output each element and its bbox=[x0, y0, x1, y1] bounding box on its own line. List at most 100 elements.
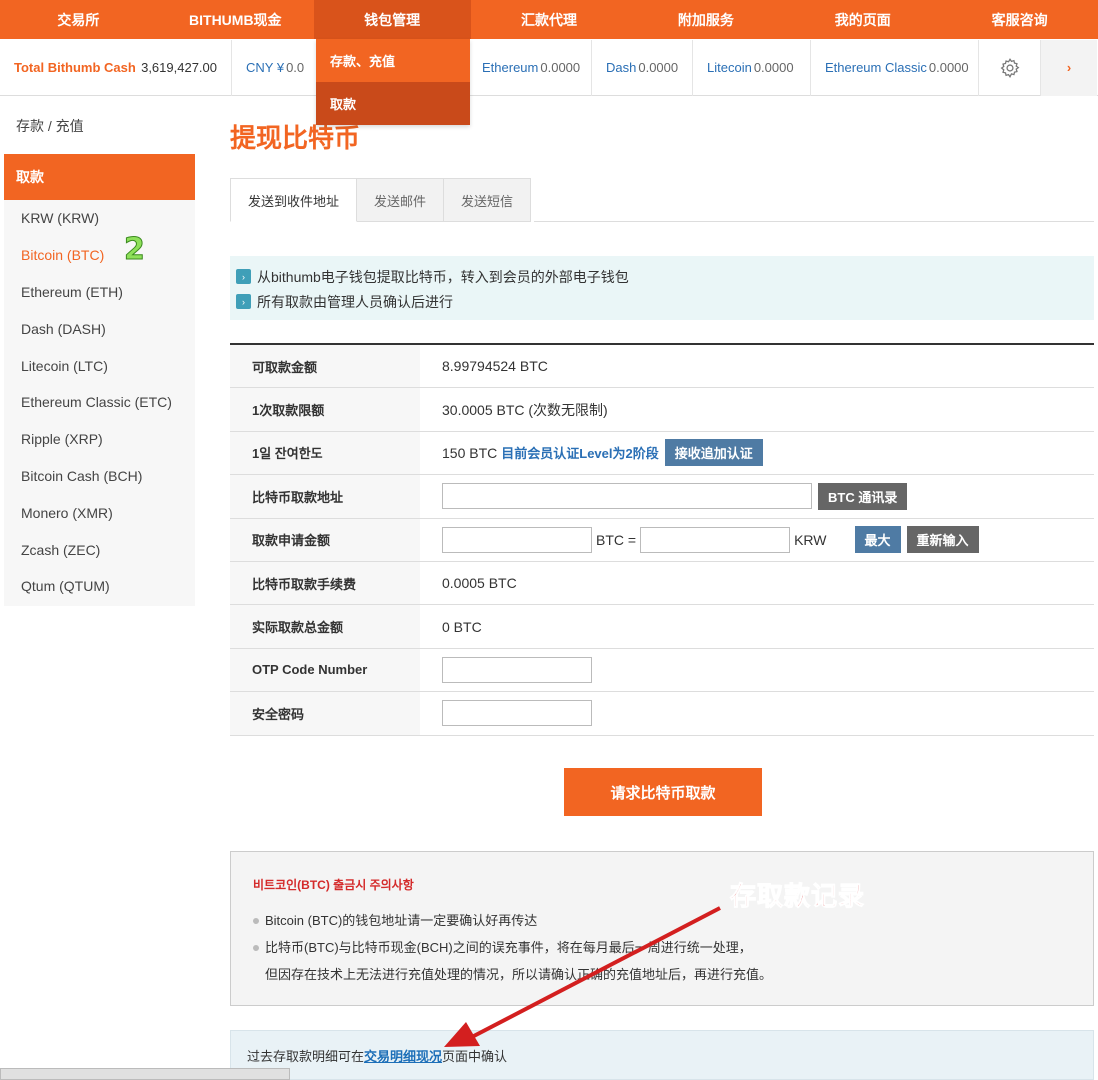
chevron-right-icon: › bbox=[1066, 60, 1072, 75]
otp-cell bbox=[420, 649, 1094, 691]
sidebar-item-eth[interactable]: Ethereum (ETH) bbox=[4, 274, 195, 311]
otp-input[interactable] bbox=[442, 656, 592, 683]
krw-amount-input[interactable] bbox=[640, 526, 791, 553]
step-marker-2: 2 bbox=[124, 232, 146, 268]
ticker-ltc-label: Litecoin bbox=[707, 60, 752, 75]
auth-level-link[interactable]: 目前会员认证Level为2阶段 bbox=[501, 443, 658, 462]
fee-label: 比特币取款手续费 bbox=[230, 561, 420, 605]
sidebar-item-krw[interactable]: KRW (KRW) bbox=[4, 200, 195, 237]
btc-address-book-button[interactable]: BTC 通讯录 bbox=[818, 482, 908, 510]
top-nav: 交易所 BITHUMB现金 钱包管理 汇款代理 附加服务 我的页面 客服咨询 bbox=[0, 0, 1098, 39]
dropdown-withdraw[interactable]: 取款 bbox=[316, 82, 470, 125]
password-label: 安全密码 bbox=[230, 692, 420, 735]
withdraw-form: 可取款金额 8.99794524 BTC 1次取款限额 30.0005 BTC … bbox=[230, 343, 1094, 736]
ticker-etc-value: 0.0000 bbox=[928, 60, 969, 75]
bullet-icon bbox=[253, 944, 259, 951]
nav-remittance[interactable]: 汇款代理 bbox=[471, 0, 628, 39]
ticker-dash-value: 0.0000 bbox=[638, 60, 679, 75]
nav-wallet[interactable]: 钱包管理 bbox=[313, 0, 471, 39]
tab-send-email[interactable]: 发送邮件 bbox=[357, 178, 445, 222]
sidebar-active-section[interactable]: 取款 bbox=[4, 154, 195, 200]
additional-auth-button[interactable]: 接收追加认证 bbox=[664, 439, 763, 467]
daily-label: 1일 잔여한도 bbox=[230, 431, 420, 475]
ticker-etc[interactable]: Ethereum Classic 0.0000 bbox=[811, 39, 979, 96]
form-row-limit: 1次取款限额 30.0005 BTC (次数无限制) bbox=[230, 388, 1094, 432]
form-row-fee: 比特币取款手续费 0.0005 BTC bbox=[230, 561, 1094, 606]
annotation-label: 存取款记录 bbox=[729, 881, 866, 912]
daily-value: 150 BTC bbox=[442, 444, 498, 461]
form-row-total: 实际取款总金额 0 BTC bbox=[230, 605, 1094, 649]
btc-amount-input[interactable] bbox=[442, 526, 592, 553]
address-label: 比特币取款地址 bbox=[230, 475, 420, 518]
gear-icon bbox=[1000, 57, 1019, 78]
form-row-daily: 1일 잔여한도 150 BTC 目前会员认证Level为2阶段 接收追加认证 bbox=[230, 431, 1094, 476]
limit-value: 30.0005 BTC (次数无限制) bbox=[442, 401, 608, 418]
sidebar-item-dash[interactable]: Dash (DASH) bbox=[4, 310, 195, 347]
sidebar-breadcrumb[interactable]: 存款 / 充值 bbox=[4, 98, 195, 154]
ticker-total: Total Bithumb Cash 3,619,427.00 bbox=[0, 39, 232, 96]
ticker-dash-label: Dash bbox=[606, 60, 637, 75]
tab-send-sms[interactable]: 发送短信 bbox=[444, 178, 532, 222]
nav-extra-services[interactable]: 附加服务 bbox=[627, 0, 784, 39]
limit-label: 1次取款限额 bbox=[230, 388, 420, 431]
daily-value-cell: 150 BTC 目前会员认证Level为2阶段 接收追加认证 bbox=[420, 432, 1094, 474]
bullet-icon bbox=[253, 917, 259, 924]
ticker-eth-value: 0.0000 bbox=[540, 60, 581, 75]
amount-label: 取款申请金额 bbox=[230, 518, 420, 561]
notice-row: › 从bithumb电子钱包提取比特币，转入到会员的外部电子钱包 bbox=[236, 264, 1088, 289]
ticker-eth-label: Ethereum bbox=[482, 60, 539, 75]
reset-button[interactable]: 重新输入 bbox=[906, 526, 979, 554]
fee-value: 0.0005 BTC bbox=[442, 575, 517, 592]
ticker-dash[interactable]: Dash 0.0000 bbox=[592, 39, 693, 96]
nav-support[interactable]: 客服咨询 bbox=[941, 0, 1098, 39]
ticker-cny-label: CNY ¥ bbox=[246, 60, 285, 75]
ticker-next-button[interactable]: › bbox=[1041, 39, 1097, 96]
password-cell bbox=[420, 692, 1094, 734]
tab-divider bbox=[534, 221, 1094, 222]
nav-bithumb-cash[interactable]: BITHUMB现金 bbox=[157, 0, 314, 39]
arrow-right-icon: › bbox=[236, 269, 251, 284]
available-value: 8.99794524 BTC bbox=[442, 358, 548, 375]
btc-address-input[interactable] bbox=[442, 483, 812, 510]
sidebar-item-ltc[interactable]: Litecoin (LTC) bbox=[4, 347, 195, 384]
form-row-address: 比特币取款地址 BTC 通讯录 bbox=[230, 475, 1094, 519]
form-row-otp: OTP Code Number bbox=[230, 648, 1094, 693]
sidebar-item-btc[interactable]: Bitcoin (BTC) bbox=[4, 237, 195, 274]
sidebar-item-bch[interactable]: Bitcoin Cash (BCH) bbox=[4, 458, 195, 495]
security-password-input[interactable] bbox=[442, 700, 592, 727]
ticker-cny-value: 0.0 bbox=[286, 60, 305, 75]
sidebar-item-qtum[interactable]: Qtum (QTUM) bbox=[4, 568, 195, 605]
total-label: 实际取款总金额 bbox=[230, 605, 420, 648]
sidebar-item-xrp[interactable]: Ripple (XRP) bbox=[4, 421, 195, 458]
notice-text-2: 所有取款由管理人员确认后进行 bbox=[257, 293, 453, 310]
krw-unit-label: KRW bbox=[794, 531, 827, 548]
settings-button[interactable] bbox=[979, 39, 1041, 96]
ticker-etc-label: Ethereum Classic bbox=[825, 60, 927, 75]
ticker-ltc[interactable]: Litecoin 0.0000 bbox=[693, 39, 811, 96]
otp-label: OTP Code Number bbox=[230, 648, 420, 692]
btc-unit-label: BTC = bbox=[596, 531, 637, 548]
request-withdraw-button[interactable]: 请求比特币取款 bbox=[564, 768, 762, 816]
bottom-scrollbar[interactable] bbox=[0, 1068, 290, 1080]
notice-box: › 从bithumb电子钱包提取比特币，转入到会员的外部电子钱包 › 所有取款由… bbox=[230, 256, 1094, 320]
dropdown-deposit[interactable]: 存款、充值 bbox=[316, 39, 470, 82]
wallet-dropdown: 存款、充值 取款 bbox=[316, 39, 470, 125]
sidebar: 存款 / 充值 取款 KRW (KRW) Bitcoin (BTC) Ether… bbox=[4, 98, 195, 606]
address-cell: BTC 通讯录 bbox=[420, 475, 1094, 517]
ticker-total-label: Total Bithumb Cash bbox=[14, 60, 136, 75]
total-value: 0 BTC bbox=[442, 618, 482, 635]
nav-my-page[interactable]: 我的页面 bbox=[784, 0, 941, 39]
notice-text-1: 从bithumb电子钱包提取比特币，转入到会员的外部电子钱包 bbox=[257, 268, 629, 285]
max-button[interactable]: 最大 bbox=[854, 526, 901, 554]
ticker-eth[interactable]: Ethereum 0.0000 bbox=[468, 39, 592, 96]
tab-send-to-address[interactable]: 发送到收件地址 bbox=[230, 178, 358, 222]
sidebar-item-etc[interactable]: Ethereum Classic (ETC) bbox=[4, 384, 195, 421]
form-row-available: 可取款金额 8.99794524 BTC bbox=[230, 345, 1094, 389]
sidebar-item-zec[interactable]: Zcash (ZEC) bbox=[4, 531, 195, 568]
nav-exchange[interactable]: 交易所 bbox=[0, 0, 157, 39]
ticker-bar: Total Bithumb Cash 3,619,427.00 CNY ¥ 0.… bbox=[0, 39, 1098, 96]
ticker-ltc-value: 0.0000 bbox=[753, 60, 794, 75]
amount-cell: BTC = KRW 最大 重新输入 bbox=[420, 519, 1094, 561]
form-row-amount: 取款申请金额 BTC = KRW 最大 重新输入 bbox=[230, 518, 1094, 562]
sidebar-item-xmr[interactable]: Monero (XMR) bbox=[4, 494, 195, 531]
